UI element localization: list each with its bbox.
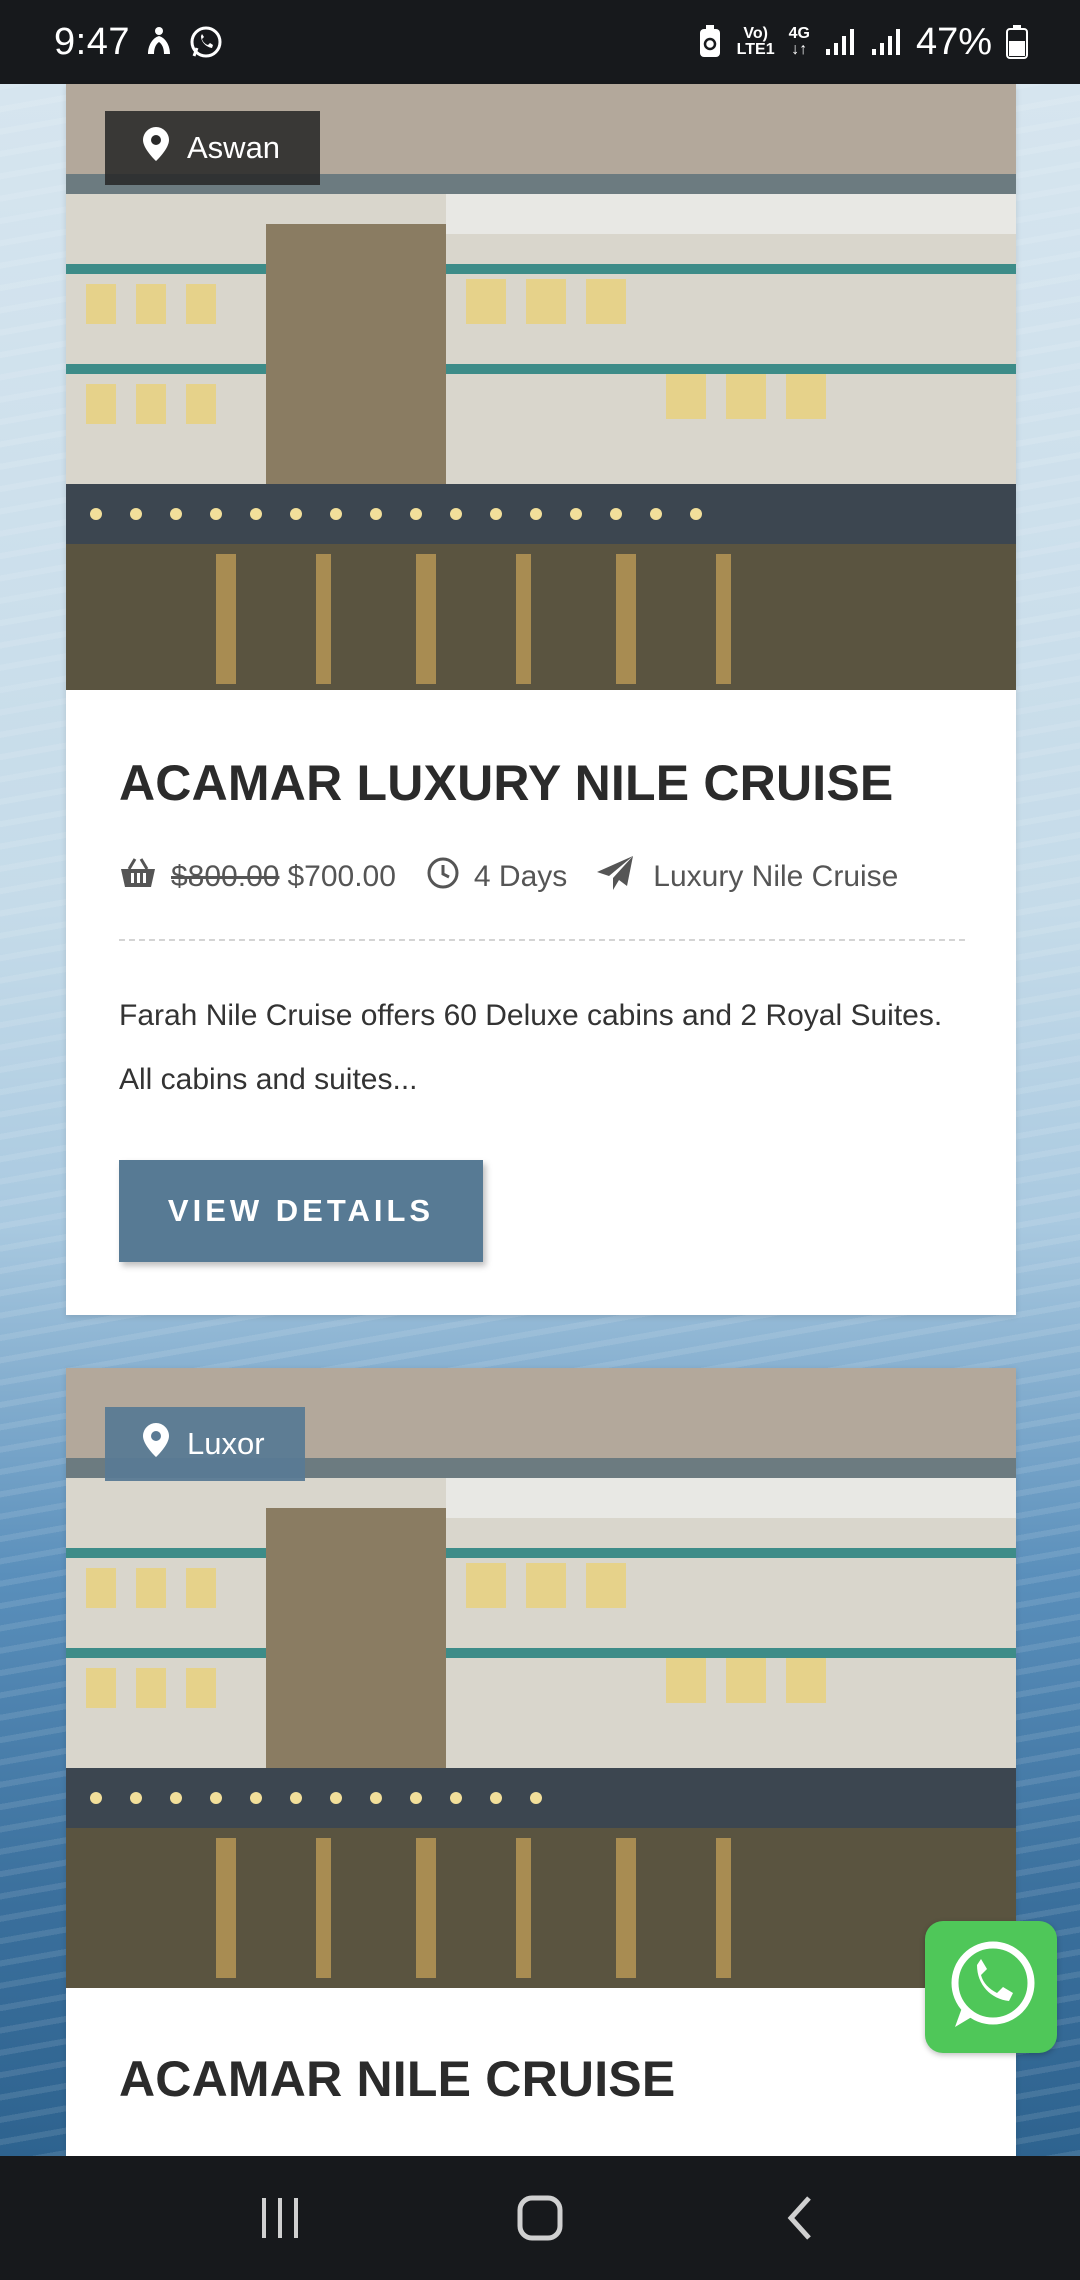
location-tag[interactable]: Luxor xyxy=(105,1407,305,1481)
price-original: $800.00 xyxy=(171,860,280,893)
location-tag[interactable]: Aswan xyxy=(105,111,321,185)
clock-icon xyxy=(426,856,460,898)
whatsapp-icon xyxy=(941,1935,1041,2040)
home-button[interactable] xyxy=(495,2173,585,2263)
recent-apps-button[interactable] xyxy=(235,2173,325,2263)
signal-icon xyxy=(870,27,902,57)
tour-card[interactable]: Aswan ACAMAR LUXURY NILE CRUISE $800.00 … xyxy=(66,84,1016,1315)
price-sale: $700.00 xyxy=(287,860,396,893)
tour-card[interactable]: Luxor ACAMAR NILE CRUISE xyxy=(66,1368,1016,2156)
recent-apps-icon xyxy=(262,2198,298,2238)
tour-title[interactable]: ACAMAR LUXURY NILE CRUISE xyxy=(119,754,893,812)
map-pin-icon xyxy=(143,127,169,169)
price-info: $800.00 $700.00 xyxy=(119,857,396,897)
duration-label: 4 Days xyxy=(473,860,568,893)
home-icon xyxy=(517,2195,563,2241)
signal-icon xyxy=(824,27,856,57)
data-arrows-icon: 4G ↓↑ xyxy=(788,25,810,58)
back-button[interactable] xyxy=(755,2173,845,2263)
back-icon xyxy=(787,2196,811,2240)
duration-info: 4 Days xyxy=(426,856,567,898)
basket-icon xyxy=(119,857,157,897)
tour-title[interactable]: ACAMAR NILE CRUISE xyxy=(119,2050,675,2108)
location-label: Aswan xyxy=(187,130,281,165)
battery-icon xyxy=(1006,25,1028,59)
whatsapp-icon xyxy=(188,24,224,60)
view-details-button[interactable]: VIEW DETAILS xyxy=(119,1160,483,1262)
tour-meta: $800.00 $700.00 4 Days Luxury Nile Cruis… xyxy=(119,856,965,898)
volte-icon: Vo) LTE1 xyxy=(736,25,775,58)
battery-percent: 47% xyxy=(915,20,992,63)
location-label: Luxor xyxy=(187,1426,265,1461)
divider xyxy=(119,939,965,941)
map-pin-icon xyxy=(143,1423,169,1465)
tour-excerpt: Farah Nile Cruise offers 60 Deluxe cabin… xyxy=(119,999,943,1096)
paper-plane-icon xyxy=(597,856,634,898)
status-time: 9:47 xyxy=(54,20,130,63)
battery-saver-icon xyxy=(697,25,723,59)
whatsapp-chat-button[interactable] xyxy=(925,1921,1057,2053)
accessibility-icon xyxy=(144,26,174,58)
system-nav-bar xyxy=(0,2156,1080,2280)
category-label[interactable]: Luxury Nile Cruise xyxy=(653,860,898,894)
category-info[interactable]: Luxury Nile Cruise xyxy=(597,856,898,898)
status-bar: 9:47 Vo) LTE1 4G ↓↑ 47% xyxy=(0,0,1080,84)
